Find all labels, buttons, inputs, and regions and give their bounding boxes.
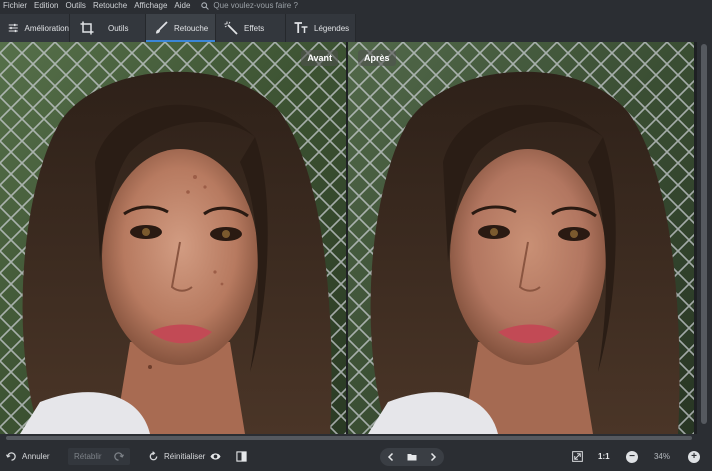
undo-icon (6, 452, 16, 461)
redo-button[interactable]: Rétablir (68, 448, 130, 465)
tab-amelioration[interactable]: Amélioration (0, 14, 70, 42)
redo-icon (114, 452, 124, 461)
search-field[interactable]: Que voulez-vous faire ? (201, 0, 298, 12)
crop-icon (80, 21, 94, 35)
tab-outils-label: Outils (108, 23, 129, 33)
actual-size-button[interactable]: 1:1 (598, 448, 610, 465)
zoom-out-button[interactable]: − (626, 448, 638, 465)
eye-icon (210, 453, 221, 460)
zoom-level[interactable]: 34% (648, 448, 676, 465)
tab-amelioration-label: Amélioration (24, 23, 69, 33)
horizontal-scroll-thumb[interactable] (6, 436, 692, 440)
redo-label: Rétablir (74, 452, 102, 461)
horizontal-scrollbar[interactable] (0, 434, 697, 442)
minus-icon: − (626, 450, 638, 463)
brush-icon (156, 21, 168, 34)
split-compare-button[interactable] (236, 448, 247, 465)
reset-label: Réinitialiser (164, 452, 206, 461)
tab-retouche[interactable]: Retouche (146, 14, 216, 42)
after-label: Après (358, 50, 396, 66)
tab-retouche-label: Retouche (174, 23, 209, 33)
tab-legendes[interactable]: Légendes (286, 14, 356, 42)
undo-button[interactable]: Annuler (6, 448, 50, 465)
reset-icon (149, 451, 158, 461)
photo-navigation (380, 448, 444, 466)
portrait-before-image (0, 42, 346, 434)
vertical-scroll-thumb[interactable] (701, 44, 707, 424)
expand-icon (572, 451, 583, 462)
tab-effets[interactable]: Effets (216, 14, 286, 42)
fit-to-screen-button[interactable] (572, 448, 583, 465)
sliders-icon (8, 23, 18, 33)
search-icon (201, 2, 210, 10)
vertical-scrollbar[interactable] (697, 42, 712, 434)
undo-label: Annuler (22, 452, 50, 461)
folder-icon[interactable] (407, 452, 417, 462)
toolbar: Amélioration Outils Retouche Effets Lége… (0, 14, 712, 42)
zoom-level-value: 34% (653, 452, 670, 461)
plus-icon: + (688, 450, 700, 463)
bottom-bar: Annuler Rétablir Réinitialiser 1:1 − 34%… (0, 442, 712, 471)
before-label: Avant (301, 50, 338, 66)
preview-toggle-button[interactable] (210, 448, 221, 465)
menu-retouche[interactable]: Retouche (93, 0, 127, 12)
chevron-left-icon[interactable] (386, 452, 396, 462)
chevron-right-icon[interactable] (428, 452, 438, 462)
split-view-icon (236, 451, 247, 462)
zoom-in-button[interactable]: + (688, 448, 700, 465)
magic-wand-icon (224, 21, 238, 35)
tab-effets-label: Effets (244, 23, 265, 33)
photo-preview-area: Avant Après (0, 42, 712, 434)
tab-outils[interactable]: Outils (70, 14, 146, 42)
menu-affichage[interactable]: Affichage (134, 0, 167, 12)
portrait-after-image (348, 42, 694, 434)
tab-legendes-label: Légendes (314, 23, 350, 33)
menu-fichier[interactable]: Fichier (3, 0, 27, 12)
after-photo: Après (348, 42, 694, 434)
reset-button[interactable]: Réinitialiser (148, 448, 205, 465)
before-photo: Avant (0, 42, 346, 434)
menu-aide[interactable]: Aide (174, 0, 190, 12)
menu-outils[interactable]: Outils (65, 0, 85, 12)
menu-edition[interactable]: Edition (34, 0, 58, 12)
actual-size-label: 1:1 (598, 452, 610, 461)
text-icon (294, 22, 308, 33)
search-placeholder: Que voulez-vous faire ? (213, 1, 298, 10)
menu-bar: Fichier Edition Outils Retouche Affichag… (0, 0, 712, 12)
